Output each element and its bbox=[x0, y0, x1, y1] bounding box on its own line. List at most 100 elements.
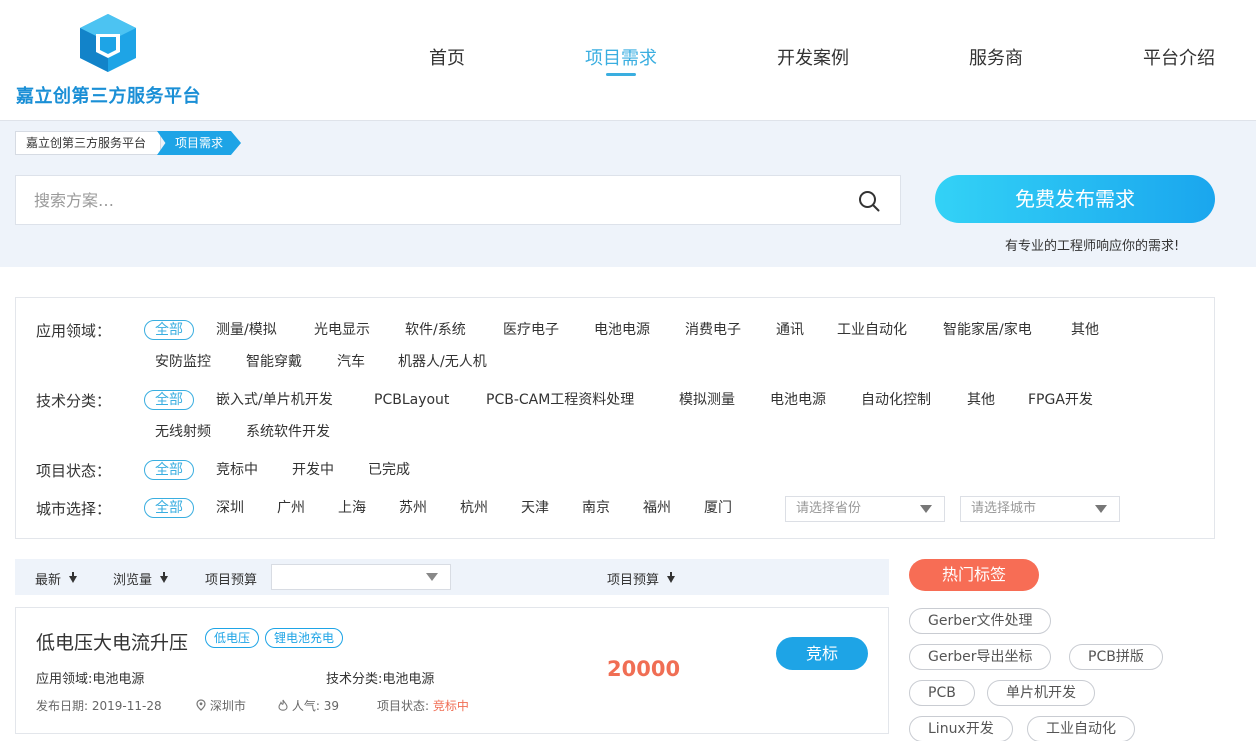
sort-latest[interactable]: 最新 bbox=[35, 569, 78, 588]
hot-tag[interactable]: Gerber文件处理 bbox=[909, 608, 1052, 634]
hot-tag[interactable]: Linux开发 bbox=[909, 716, 1013, 741]
project-title[interactable]: 低电压大电流升压 bbox=[36, 628, 188, 655]
filter-city-option[interactable]: 广州 bbox=[277, 498, 305, 518]
budget-filter-label: 项目预算 bbox=[205, 573, 258, 588]
site-header: 嘉立创第三方服务平台 首页 项目需求 开发案例 服务商 平台介绍 bbox=[0, 0, 1256, 121]
filter-tech-option[interactable]: PCBLayout bbox=[374, 390, 449, 410]
filter-field-option[interactable]: 智能穿戴 bbox=[246, 352, 302, 372]
breadcrumb-home[interactable]: 嘉立创第三方服务平台 bbox=[15, 131, 162, 155]
sort-latest-label: 最新 bbox=[35, 573, 62, 588]
sort-views-label: 浏览量 bbox=[113, 573, 153, 588]
filter-status-all[interactable]: 全部 bbox=[144, 460, 194, 480]
project-location: 深圳市 bbox=[196, 697, 246, 714]
hot-tag[interactable]: 单片机开发 bbox=[987, 680, 1095, 706]
nav-providers[interactable]: 服务商 bbox=[969, 44, 1023, 70]
sort-budget[interactable]: 项目预算 bbox=[607, 569, 676, 588]
filter-field-option[interactable]: 测量/模拟 bbox=[216, 320, 277, 340]
filter-city-option[interactable]: 苏州 bbox=[399, 498, 427, 518]
nav-cases[interactable]: 开发案例 bbox=[777, 44, 849, 70]
filter-field-option[interactable]: 医疗电子 bbox=[503, 320, 559, 340]
nav-about[interactable]: 平台介绍 bbox=[1143, 44, 1215, 70]
filter-field-option[interactable]: 通讯 bbox=[776, 320, 804, 340]
filter-field-option[interactable]: 光电显示 bbox=[314, 320, 370, 340]
breadcrumb-current: 项目需求 bbox=[157, 131, 242, 155]
publish-request-button[interactable]: 免费发布需求 bbox=[935, 175, 1215, 223]
filter-city-option[interactable]: 福州 bbox=[643, 498, 671, 518]
filter-city-option[interactable]: 深圳 bbox=[216, 498, 244, 518]
search-icon[interactable] bbox=[858, 190, 880, 212]
hot-tag[interactable]: 工业自动化 bbox=[1027, 716, 1135, 741]
filter-tech-option[interactable]: 其他 bbox=[967, 390, 995, 410]
filter-status-option[interactable]: 竞标中 bbox=[216, 460, 258, 480]
filter-label-field: 应用领域： bbox=[36, 322, 112, 340]
filter-tech-option[interactable]: 自动化控制 bbox=[861, 390, 931, 410]
filter-tech-all[interactable]: 全部 bbox=[144, 390, 194, 410]
filter-field-option[interactable]: 智能家居/家电 bbox=[943, 320, 1032, 340]
hot-tags-title: 热门标签 bbox=[909, 559, 1039, 591]
filter-status-option[interactable]: 开发中 bbox=[292, 460, 334, 480]
filter-city-option[interactable]: 天津 bbox=[521, 498, 549, 518]
nav-active-underline bbox=[606, 73, 636, 76]
filter-tech-option[interactable]: 无线射频 bbox=[155, 422, 211, 442]
caret-down-icon bbox=[426, 573, 438, 581]
project-tag[interactable]: 锂电池充电 bbox=[265, 628, 344, 648]
project-views-label: 人气: bbox=[291, 699, 320, 713]
publish-tip: 有专业的工程师响应你的需求! bbox=[1005, 239, 1180, 254]
project-tag[interactable]: 低电压 bbox=[205, 628, 260, 648]
filter-field-option[interactable]: 机器人/无人机 bbox=[398, 352, 487, 372]
search-box bbox=[15, 175, 901, 225]
hot-tag[interactable]: PCB拼版 bbox=[1069, 644, 1163, 670]
project-tech-value: 电池电源 bbox=[382, 672, 435, 687]
project-popularity: 人气: 39 bbox=[278, 697, 339, 714]
sort-budget-label: 项目预算 bbox=[607, 573, 660, 588]
city-select[interactable]: 请选择城市 bbox=[960, 496, 1120, 522]
budget-select[interactable] bbox=[271, 564, 451, 590]
filter-tech-option[interactable]: FPGA开发 bbox=[1028, 390, 1093, 410]
filter-field-option[interactable]: 工业自动化 bbox=[837, 320, 907, 340]
filter-tech-option[interactable]: 系统软件开发 bbox=[246, 422, 330, 442]
sort-views[interactable]: 浏览量 bbox=[113, 569, 169, 588]
project-field-value: 电池电源 bbox=[92, 672, 145, 687]
project-tech: 技术分类:电池电源 bbox=[326, 668, 434, 687]
search-banner: 嘉立创第三方服务平台 项目需求 免费发布需求 有专业的工程师响应你的需求! bbox=[0, 121, 1256, 267]
filter-city-option[interactable]: 杭州 bbox=[460, 498, 488, 518]
hot-tag[interactable]: PCB bbox=[909, 680, 975, 706]
province-select[interactable]: 请选择省份 bbox=[785, 496, 945, 522]
location-pin-icon bbox=[196, 699, 206, 711]
project-status: 项目状态: 竞标中 bbox=[377, 697, 469, 714]
filter-field-option[interactable]: 汽车 bbox=[337, 352, 365, 372]
filter-tech-option[interactable]: 电池电源 bbox=[770, 390, 826, 410]
project-field-label: 应用领域: bbox=[36, 672, 93, 687]
filter-status-option[interactable]: 已完成 bbox=[368, 460, 410, 480]
project-status-label: 项目状态: bbox=[377, 699, 430, 713]
filter-tech-option[interactable]: 嵌入式/单片机开发 bbox=[216, 390, 333, 410]
filter-field-option[interactable]: 其他 bbox=[1071, 320, 1099, 340]
filter-label-city: 城市选择： bbox=[36, 500, 112, 518]
filter-city-all[interactable]: 全部 bbox=[144, 498, 194, 518]
project-budget: 20000 bbox=[607, 657, 681, 681]
filter-field-option[interactable]: 电池电源 bbox=[594, 320, 650, 340]
filter-field-all[interactable]: 全部 bbox=[144, 320, 194, 340]
caret-down-icon bbox=[920, 505, 932, 513]
filter-field-option[interactable]: 安防监控 bbox=[155, 352, 211, 372]
logo-cube-icon bbox=[80, 14, 136, 72]
filter-label-status: 项目状态： bbox=[36, 462, 112, 480]
filter-city-option[interactable]: 厦门 bbox=[704, 498, 732, 518]
filter-field-option[interactable]: 消费电子 bbox=[685, 320, 741, 340]
hot-tag[interactable]: Gerber导出坐标 bbox=[909, 644, 1052, 670]
filter-city-option[interactable]: 南京 bbox=[582, 498, 610, 518]
filter-field-option[interactable]: 软件/系统 bbox=[405, 320, 466, 340]
project-card: 低电压大电流升压 低电压 锂电池充电 应用领域:电池电源 技术分类:电池电源 发… bbox=[15, 607, 889, 734]
province-select-placeholder: 请选择省份 bbox=[796, 501, 862, 516]
nav-home[interactable]: 首页 bbox=[429, 44, 465, 70]
filter-city-option[interactable]: 上海 bbox=[338, 498, 366, 518]
project-views-value: 39 bbox=[323, 699, 339, 713]
project-date-value: 2019-11-28 bbox=[91, 699, 162, 713]
brand-name: 嘉立创第三方服务平台 bbox=[16, 86, 201, 107]
search-input[interactable] bbox=[16, 176, 836, 224]
nav-projects[interactable]: 项目需求 bbox=[585, 44, 657, 70]
logo[interactable]: 嘉立创第三方服务平台 bbox=[16, 12, 216, 112]
filter-tech-option[interactable]: PCB-CAM工程资料处理 bbox=[486, 390, 634, 410]
bid-button[interactable]: 竞标 bbox=[776, 637, 868, 670]
filter-tech-option[interactable]: 模拟测量 bbox=[679, 390, 735, 410]
